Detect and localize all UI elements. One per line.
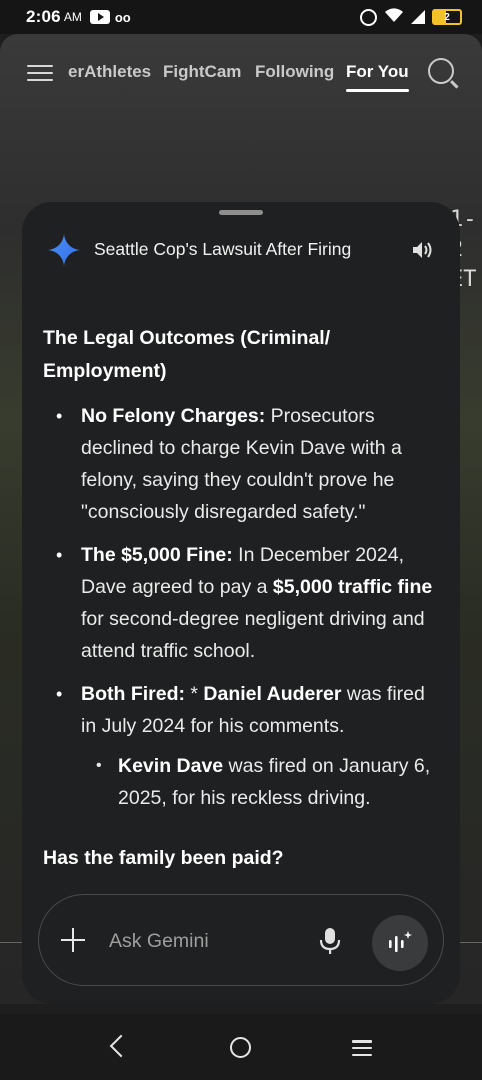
bullet-text: *: [184, 683, 204, 705]
gemini-sparkle-icon: [48, 234, 80, 266]
battery-icon: 2: [432, 9, 462, 25]
sub-list: Kevin Dave was fired on January 6, 2025,…: [81, 750, 440, 814]
search-icon[interactable]: [428, 58, 454, 84]
live-waveform-icon: [389, 931, 412, 952]
drag-handle[interactable]: [219, 210, 263, 215]
add-icon[interactable]: [61, 928, 85, 952]
status-icons: 2: [360, 7, 462, 28]
menu-icon[interactable]: [27, 65, 53, 81]
sub-list-item: Kevin Dave was fired on January 6, 2025,…: [81, 750, 440, 814]
recents-icon[interactable]: [352, 1040, 372, 1056]
bullet-bold: No Felony Charges:: [81, 405, 266, 427]
bullet-list: No Felony Charges: Prosecutors declined …: [43, 400, 440, 814]
list-item: No Felony Charges: Prosecutors declined …: [43, 400, 440, 528]
youtube-icon: [89, 10, 110, 24]
status-ampm: AM: [63, 10, 82, 24]
section-heading: The Legal Outcomes (Criminal/ Employment…: [43, 327, 331, 382]
tab-eratheletes[interactable]: erAthletes: [68, 62, 151, 82]
battery-level: 2: [444, 11, 450, 23]
gemini-live-button[interactable]: [372, 915, 428, 971]
status-time: 2:06: [26, 7, 61, 26]
tab-following[interactable]: Following: [255, 62, 334, 82]
list-item: Both Fired: * Daniel Auderer was fired i…: [43, 678, 440, 814]
bullet-bold: Both Fired:: [81, 683, 185, 705]
bullet-bold: Daniel Auderer: [203, 683, 342, 705]
alarm-icon: [360, 8, 377, 26]
panel-header: Seattle Cop's Lawsuit After Firing: [22, 230, 460, 270]
ask-input-placeholder[interactable]: Ask Gemini: [109, 930, 209, 953]
background-tab-bar: erAthletes FightCam Following For You: [0, 34, 482, 112]
tab-fightcam[interactable]: FightCam: [163, 62, 241, 82]
speaker-icon[interactable]: [411, 240, 435, 260]
status-bar: 2:06 AM oo 2: [0, 0, 482, 34]
back-icon[interactable]: [109, 1034, 133, 1058]
home-icon[interactable]: [230, 1037, 251, 1058]
panel-title: Seattle Cop's Lawsuit After Firing: [94, 239, 352, 259]
next-question-heading: Has the family been paid?: [43, 847, 284, 869]
bullet-bold: $5,000 traffic fine: [272, 576, 433, 598]
system-nav-bar: [0, 1014, 482, 1080]
response-content: The Legal Outcomes (Criminal/ Employment…: [22, 322, 460, 875]
ask-input-bar[interactable]: Ask Gemini: [38, 894, 444, 986]
bullet-text: for second-degree negligent driving and …: [81, 608, 425, 662]
gemini-panel: Seattle Cop's Lawsuit After Firing The L…: [22, 202, 460, 1004]
tab-for-you[interactable]: For You: [346, 62, 409, 92]
bullet-bold: Kevin Dave: [118, 755, 224, 777]
voicemail-icon: oo: [114, 9, 131, 25]
list-item: The $5,000 Fine: In December 2024, Dave …: [43, 539, 440, 667]
wifi-icon: [384, 7, 404, 28]
signal-icon: [411, 10, 425, 24]
bullet-bold: The $5,000 Fine:: [81, 544, 233, 566]
microphone-icon[interactable]: [319, 927, 341, 955]
